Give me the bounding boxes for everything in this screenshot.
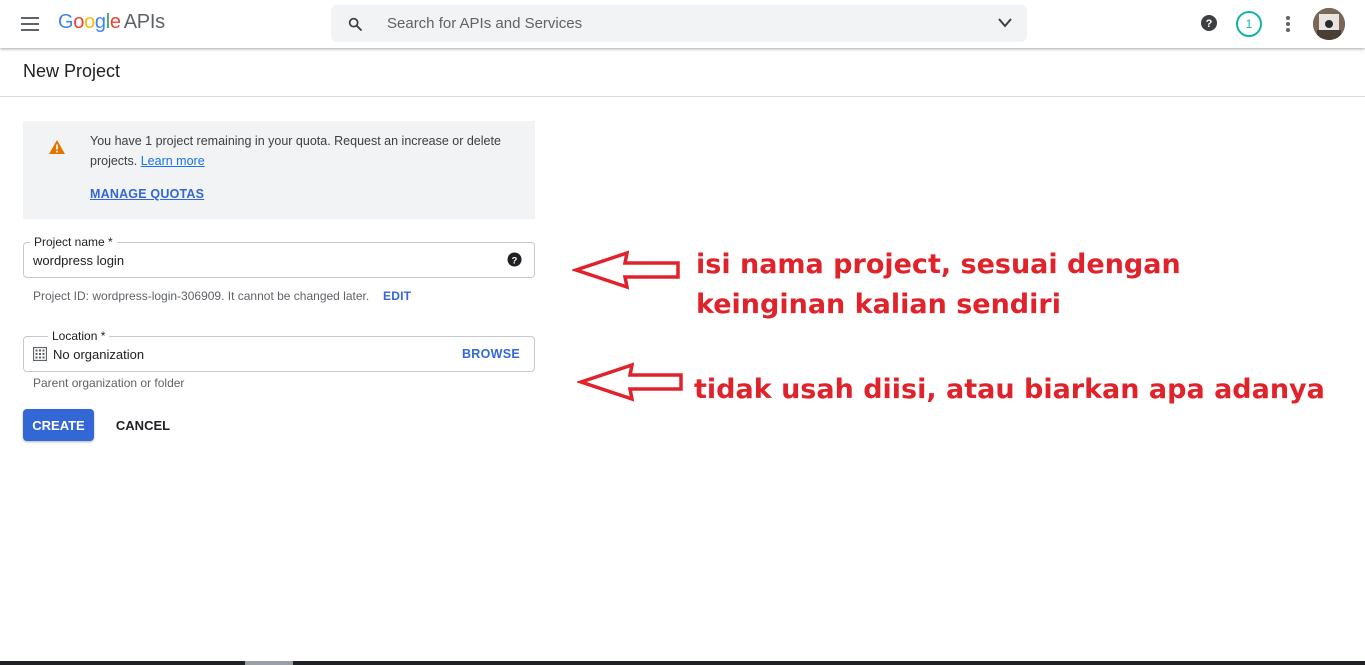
cancel-button[interactable]: CANCEL: [104, 409, 182, 441]
more-vert-icon[interactable]: [1282, 14, 1294, 34]
location-value: No organization: [53, 347, 145, 362]
location-label: Location *: [48, 329, 110, 343]
warning-icon: [49, 140, 65, 154]
building-icon: [33, 347, 47, 361]
learn-more-link[interactable]: Learn more: [141, 154, 205, 168]
location-hint: Parent organization or folder: [33, 376, 185, 390]
project-id-hint: Project ID: wordpress-login-306909. It c…: [33, 289, 370, 303]
logo-letter: o: [73, 11, 85, 33]
quota-warning-banner: You have 1 project remaining in your quo…: [23, 121, 535, 219]
hamburger-icon[interactable]: [20, 14, 42, 34]
project-name-field[interactable]: Project name * ?: [23, 235, 535, 278]
search-bar[interactable]: [331, 5, 1027, 42]
annotation-arrow-left-icon: [577, 362, 683, 402]
top-app-bar: GoogleAPIs ? 1: [0, 0, 1365, 48]
notifications-badge[interactable]: 1: [1236, 11, 1262, 37]
page-title: New Project: [23, 61, 121, 81]
location-field[interactable]: Location * No organization BROWSE: [23, 329, 535, 372]
svg-text:?: ?: [512, 255, 518, 265]
annotation-arrow-left-icon: [572, 250, 680, 290]
chevron-down-icon[interactable]: [997, 16, 1013, 30]
quota-message: You have 1 project remaining in your quo…: [90, 131, 520, 171]
bottom-edge-bar: [0, 661, 1365, 665]
browse-button[interactable]: BROWSE: [462, 347, 520, 361]
edit-project-id-button[interactable]: EDIT: [383, 289, 411, 303]
svg-text:?: ?: [1206, 18, 1213, 30]
avatar[interactable]: [1313, 8, 1345, 40]
header-divider: [0, 96, 1365, 97]
logo-letter: G: [58, 11, 74, 33]
project-name-input[interactable]: [33, 243, 493, 277]
search-input[interactable]: [387, 5, 967, 42]
logo-suffix: APIs: [123, 11, 165, 33]
annotation-project-name: isi nama project, sesuai dengan keingina…: [696, 249, 1181, 320]
help-icon[interactable]: ?: [1200, 14, 1218, 32]
search-icon: [348, 17, 362, 31]
google-apis-logo[interactable]: Google APIs: [58, 11, 165, 34]
logo-letter: e: [109, 11, 121, 33]
logo-letter: g: [94, 11, 106, 33]
logo-letter: o: [84, 11, 95, 33]
annotation-location: tidak usah diisi, atau biarkan apa adany…: [694, 374, 1325, 405]
manage-quotas-link[interactable]: MANAGE QUOTAS: [90, 187, 204, 201]
help-icon[interactable]: ?: [507, 252, 522, 267]
create-button[interactable]: CREATE: [23, 409, 94, 441]
